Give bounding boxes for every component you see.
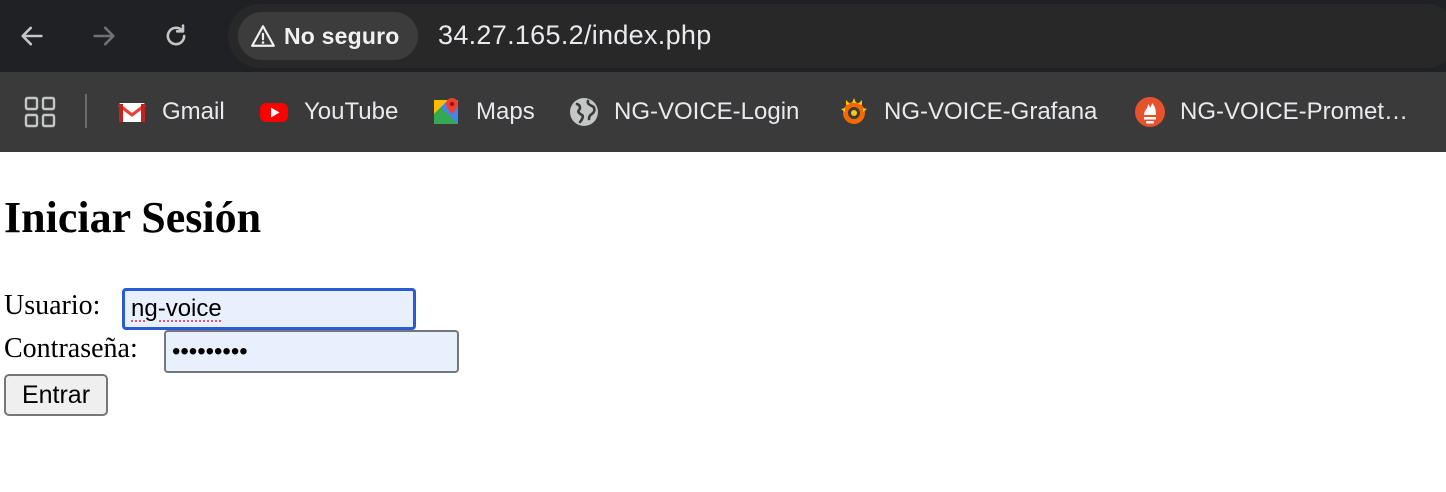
gmail-icon — [118, 103, 146, 122]
youtube-icon — [260, 103, 288, 122]
security-status-label: No seguro — [284, 22, 400, 49]
arrow-right-icon — [93, 26, 115, 46]
warning-triangle-icon — [251, 25, 275, 47]
password-label: Contraseña: — [4, 333, 138, 364]
bookmarks-bar: Gmail YouTube Maps NG-VOICE-Login NG-VOI… — [0, 72, 1446, 152]
bookmark-youtube[interactable]: YouTube — [258, 92, 398, 132]
bookmarks-separator — [85, 94, 87, 128]
bookmark-label: Gmail — [162, 98, 225, 125]
arrow-left-icon — [21, 26, 43, 46]
bookmark-label: Maps — [476, 98, 535, 125]
page-content: Iniciar Sesión Usuario: ng-voice Contras… — [0, 152, 1446, 492]
username-input[interactable]: ng-voice — [122, 288, 416, 330]
maps-icon — [434, 98, 458, 124]
globe-icon — [570, 98, 598, 126]
username-value: ng-voice — [131, 295, 222, 322]
back-button[interactable] — [10, 14, 54, 58]
bookmark-gmail[interactable]: Gmail — [116, 92, 225, 132]
site-info-chip[interactable]: No seguro — [238, 12, 418, 60]
grafana-icon — [841, 98, 867, 124]
bookmark-ng-voice-prometheus[interactable]: NG-VOICE-Promet… — [1134, 92, 1408, 132]
bookmark-ng-voice-grafana[interactable]: NG-VOICE-Grafana — [838, 92, 1097, 132]
bookmark-label: YouTube — [304, 98, 399, 125]
username-label: Usuario: — [4, 290, 101, 321]
password-input[interactable]: ••••••••• — [164, 330, 459, 373]
reload-button[interactable] — [154, 14, 198, 58]
browser-toolbar: No seguro 34.27.165.2/index.php — [0, 0, 1446, 72]
bookmark-label: NG-VOICE-Grafana — [884, 98, 1098, 125]
forward-button[interactable] — [82, 14, 126, 58]
prometheus-icon — [1135, 97, 1165, 127]
submit-button[interactable]: Entrar — [4, 374, 108, 416]
url-text[interactable]: 34.27.165.2/index.php — [438, 20, 712, 51]
bookmark-maps[interactable]: Maps — [430, 92, 535, 132]
bookmark-label: NG-VOICE-Login — [614, 98, 800, 125]
reload-icon — [166, 24, 186, 46]
apps-grid-icon[interactable] — [24, 96, 56, 128]
bookmark-label: NG-VOICE-Promet… — [1180, 98, 1409, 125]
bookmark-ng-voice-login[interactable]: NG-VOICE-Login — [568, 92, 799, 132]
password-masked-value: ••••••••• — [172, 337, 248, 365]
page-title: Iniciar Sesión — [4, 193, 262, 242]
